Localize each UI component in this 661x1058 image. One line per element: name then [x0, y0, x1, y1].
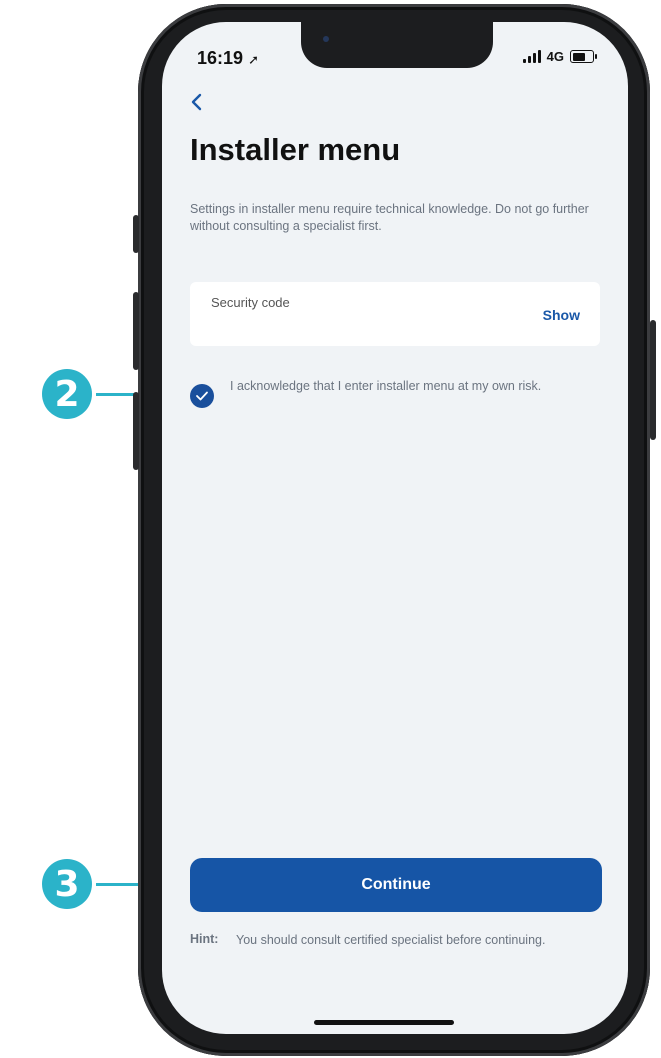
show-code-button[interactable]: Show: [543, 307, 580, 323]
location-arrow-icon: ➚: [248, 52, 259, 67]
mute-switch: [133, 215, 139, 253]
volume-up-button: [133, 292, 139, 370]
home-indicator: [314, 1020, 454, 1025]
step-marker-number: 2: [54, 373, 80, 415]
step-marker-3: 3: [42, 859, 92, 909]
notch: [301, 22, 493, 68]
app-screen: 16:19 ➚ 4G Installer menu Settings in in…: [162, 22, 628, 1034]
checkmark-icon: [196, 391, 208, 401]
status-time: 16:19 ➚: [197, 48, 259, 69]
status-indicators: 4G: [522, 49, 597, 64]
signal-icon: [522, 50, 541, 63]
acknowledge-checkbox[interactable]: [190, 384, 214, 408]
network-type: 4G: [546, 49, 564, 64]
power-button: [650, 320, 656, 440]
status-time-text: 16:19: [197, 48, 244, 68]
continue-button[interactable]: Continue: [190, 858, 602, 912]
step-marker-2: 2: [42, 369, 92, 419]
hint-label: Hint:: [190, 932, 219, 946]
hint-text: You should consult certified specialist …: [236, 933, 546, 947]
security-code-field[interactable]: Security code Show: [190, 282, 600, 346]
page-title: Installer menu: [190, 132, 401, 167]
camera-dot: [323, 36, 329, 42]
volume-down-button: [133, 392, 139, 470]
page-description: Settings in installer menu require techn…: [190, 202, 589, 233]
acknowledge-text: I acknowledge that I enter installer men…: [230, 379, 542, 393]
back-chevron-icon[interactable]: [190, 92, 214, 118]
battery-icon: [570, 50, 597, 63]
security-code-label: Security code: [211, 295, 290, 310]
step-marker-number: 3: [54, 863, 80, 905]
